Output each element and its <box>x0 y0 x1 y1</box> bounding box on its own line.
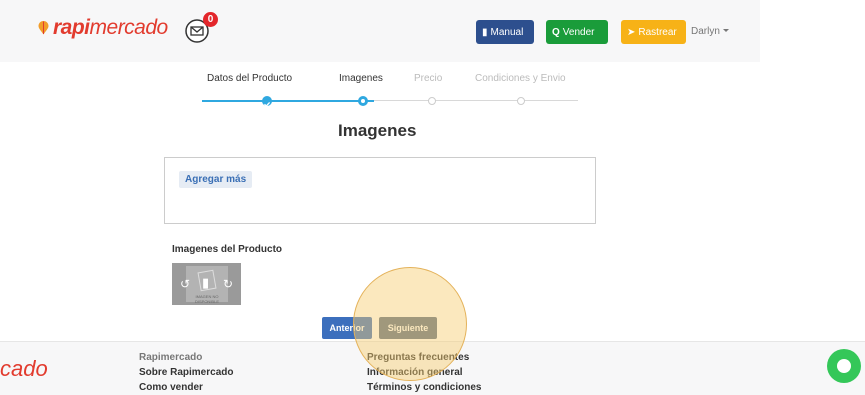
rastrear-label: Rastrear <box>638 26 677 38</box>
footer-logo[interactable]: cado <box>0 356 48 382</box>
step-3-label: Precio <box>414 73 443 84</box>
logo-bold: rapi <box>53 16 90 39</box>
chat-button[interactable] <box>827 349 861 383</box>
footer-link-como-vender[interactable]: Como vender <box>139 382 203 393</box>
step-4-dot <box>517 97 525 105</box>
user-menu[interactable]: Darlyn <box>691 26 729 37</box>
top-header: rapimercado 0 ▮ Manual Q Vender ➤ Rastre… <box>0 0 865 62</box>
send-arrow-icon: ➤ <box>627 26 636 38</box>
image-thumbnail: IMAGEN NO DISPONIBLE ↺ ▮ ↻ <box>172 263 241 305</box>
step-2-label: Imagenes <box>339 73 383 84</box>
vender-label: Vender <box>562 26 595 38</box>
click-highlight <box>353 267 467 381</box>
footer-link-sobre[interactable]: Sobre Rapimercado <box>139 367 233 378</box>
balloon-icon <box>38 21 49 35</box>
rotate-right-icon[interactable]: ↻ <box>223 277 233 291</box>
step-3-dot <box>428 97 436 105</box>
rastrear-button[interactable]: ➤ Rastrear <box>621 20 686 44</box>
q-icon: Q <box>552 26 560 38</box>
book-icon: ▮ <box>482 26 488 38</box>
product-images-label: Imagenes del Producto <box>172 244 283 255</box>
manual-label: Manual <box>490 26 524 38</box>
logo-rest: mercado <box>89 16 169 39</box>
progress-bar-remaining <box>374 100 578 101</box>
placeholder-caption: IMAGEN NO DISPONIBLE <box>194 294 219 304</box>
caret-down-icon <box>722 29 729 32</box>
progress-bar-done <box>202 100 374 102</box>
page-title: Imagenes <box>338 121 417 140</box>
step-4-label: Condiciones y Envio <box>475 73 566 84</box>
step-1-check-icon <box>262 96 272 107</box>
user-name: Darlyn <box>691 26 720 37</box>
image-dropzone[interactable]: Agregar más <box>164 157 596 224</box>
step-2-current-dot <box>358 96 368 106</box>
vender-button[interactable]: Q Vender <box>546 20 608 44</box>
step-1-label: Datos del Producto <box>207 73 293 84</box>
footer-link-terminos[interactable]: Términos y condiciones <box>367 382 481 393</box>
add-more-button[interactable]: Agregar más <box>179 171 253 188</box>
manual-button[interactable]: ▮ Manual <box>476 20 534 44</box>
footer-link-rapimercado[interactable]: Rapimercado <box>139 352 202 363</box>
notification-badge: 0 <box>203 12 218 27</box>
brand-logo[interactable]: rapimercado <box>38 16 168 40</box>
delete-icon[interactable]: ▮ <box>202 275 209 291</box>
rotate-left-icon[interactable]: ↺ <box>180 277 190 291</box>
chat-bubble-icon <box>837 359 851 373</box>
